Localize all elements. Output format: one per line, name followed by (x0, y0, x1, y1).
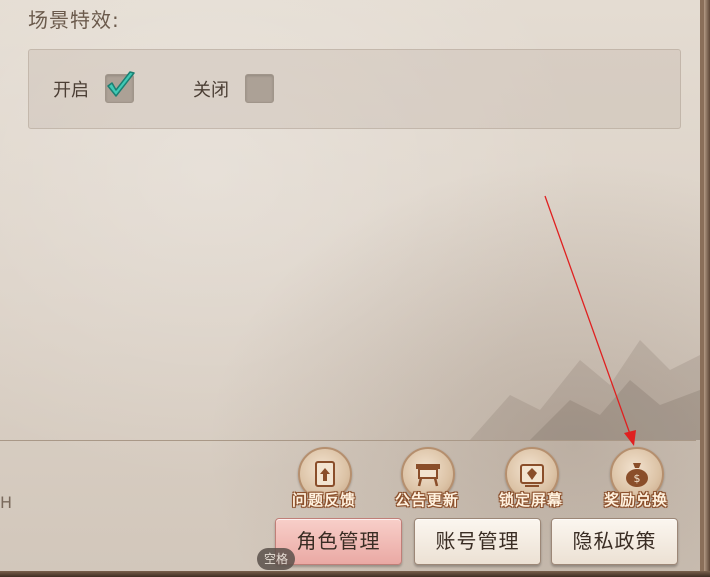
option-on-checkbox[interactable] (105, 71, 135, 103)
option-on-label: 开启 (53, 80, 89, 101)
bottom-divider (0, 440, 696, 441)
privacy-policy-button[interactable]: 隐私政策 (551, 518, 678, 565)
account-management-button[interactable]: 账号管理 (414, 518, 541, 565)
notice-board-icon (416, 464, 440, 487)
money-bag-icon: $ (626, 463, 648, 487)
lock-screen-icon (520, 464, 544, 487)
reward-exchange-label: 奖励兑换 (603, 491, 668, 509)
lock-screen-button[interactable]: 锁定屏幕 (490, 447, 572, 509)
check-mark-icon (107, 71, 135, 97)
space-key-hint: 空格 (257, 548, 295, 570)
left-edge-text: H (0, 493, 13, 512)
feedback-label: 问题反馈 (291, 491, 356, 509)
option-off-checkbox[interactable] (245, 74, 274, 103)
mountain-background-illustration (470, 340, 700, 440)
lock-screen-label: 锁定屏幕 (498, 491, 563, 509)
feedback-document-icon (315, 461, 335, 487)
notice-update-label: 公告更新 (394, 491, 459, 509)
svg-text:$: $ (634, 472, 641, 485)
settings-panel: 场景特效: 开启 关闭 H 问题反馈 公告更新 锁定屏幕 $ 奖励兑换 角色管理… (0, 0, 704, 575)
scene-effects-options: 开启 关闭 (28, 49, 681, 129)
frame-right-border (704, 0, 710, 577)
feedback-button[interactable]: 问题反馈 (283, 447, 365, 509)
option-off-label: 关闭 (193, 80, 229, 101)
reward-exchange-button[interactable]: $ 奖励兑换 (595, 447, 677, 509)
notice-update-button[interactable]: 公告更新 (386, 447, 468, 509)
frame-bottom-border (0, 571, 710, 577)
scene-effects-title: 场景特效: (28, 8, 120, 32)
